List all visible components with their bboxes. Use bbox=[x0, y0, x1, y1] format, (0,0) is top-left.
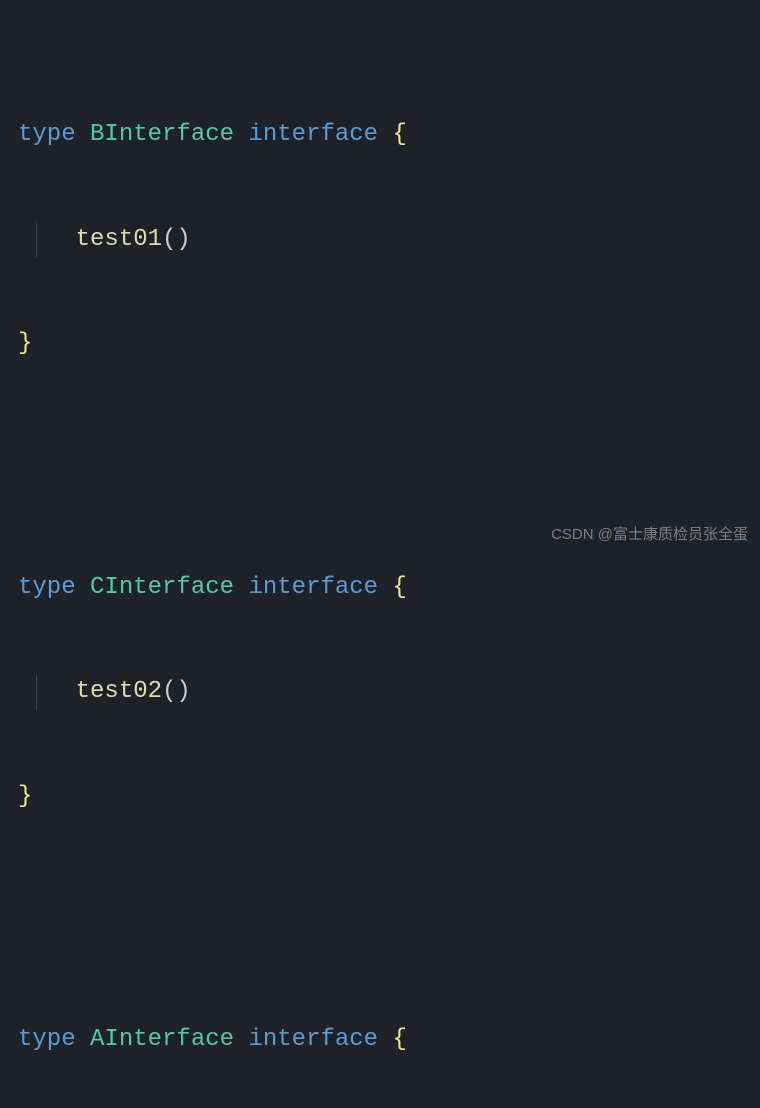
code-block: type BInterface interface { test01() } t… bbox=[18, 14, 742, 1108]
parens: () bbox=[162, 678, 191, 705]
code-line: type AInterface interface { bbox=[18, 1023, 742, 1058]
code-line: } bbox=[18, 780, 742, 815]
code-line: } bbox=[18, 327, 742, 362]
keyword-type: type bbox=[18, 1026, 76, 1053]
code-line: test01() bbox=[18, 223, 742, 258]
type-name: AInterface bbox=[90, 1026, 234, 1053]
type-name: CInterface bbox=[90, 574, 234, 601]
brace-close: } bbox=[18, 783, 32, 810]
brace-open: { bbox=[392, 1026, 406, 1053]
keyword-type: type bbox=[18, 574, 76, 601]
blank-line bbox=[18, 432, 742, 467]
parens: () bbox=[162, 226, 191, 253]
brace-open: { bbox=[392, 574, 406, 601]
code-line: test02() bbox=[18, 675, 742, 710]
brace-open: { bbox=[392, 121, 406, 148]
keyword-type: type bbox=[18, 121, 76, 148]
keyword-interface: interface bbox=[248, 121, 378, 148]
keyword-interface: interface bbox=[248, 1026, 378, 1053]
watermark-text: CSDN @富士康质检员张全蛋 bbox=[551, 524, 748, 546]
type-name: BInterface bbox=[90, 121, 234, 148]
code-line: type BInterface interface { bbox=[18, 118, 742, 153]
method-name: test01 bbox=[76, 226, 162, 253]
keyword-interface: interface bbox=[248, 574, 378, 601]
blank-line bbox=[18, 884, 742, 919]
method-name: test02 bbox=[76, 678, 162, 705]
code-line: type CInterface interface { bbox=[18, 571, 742, 606]
brace-close: } bbox=[18, 330, 32, 357]
